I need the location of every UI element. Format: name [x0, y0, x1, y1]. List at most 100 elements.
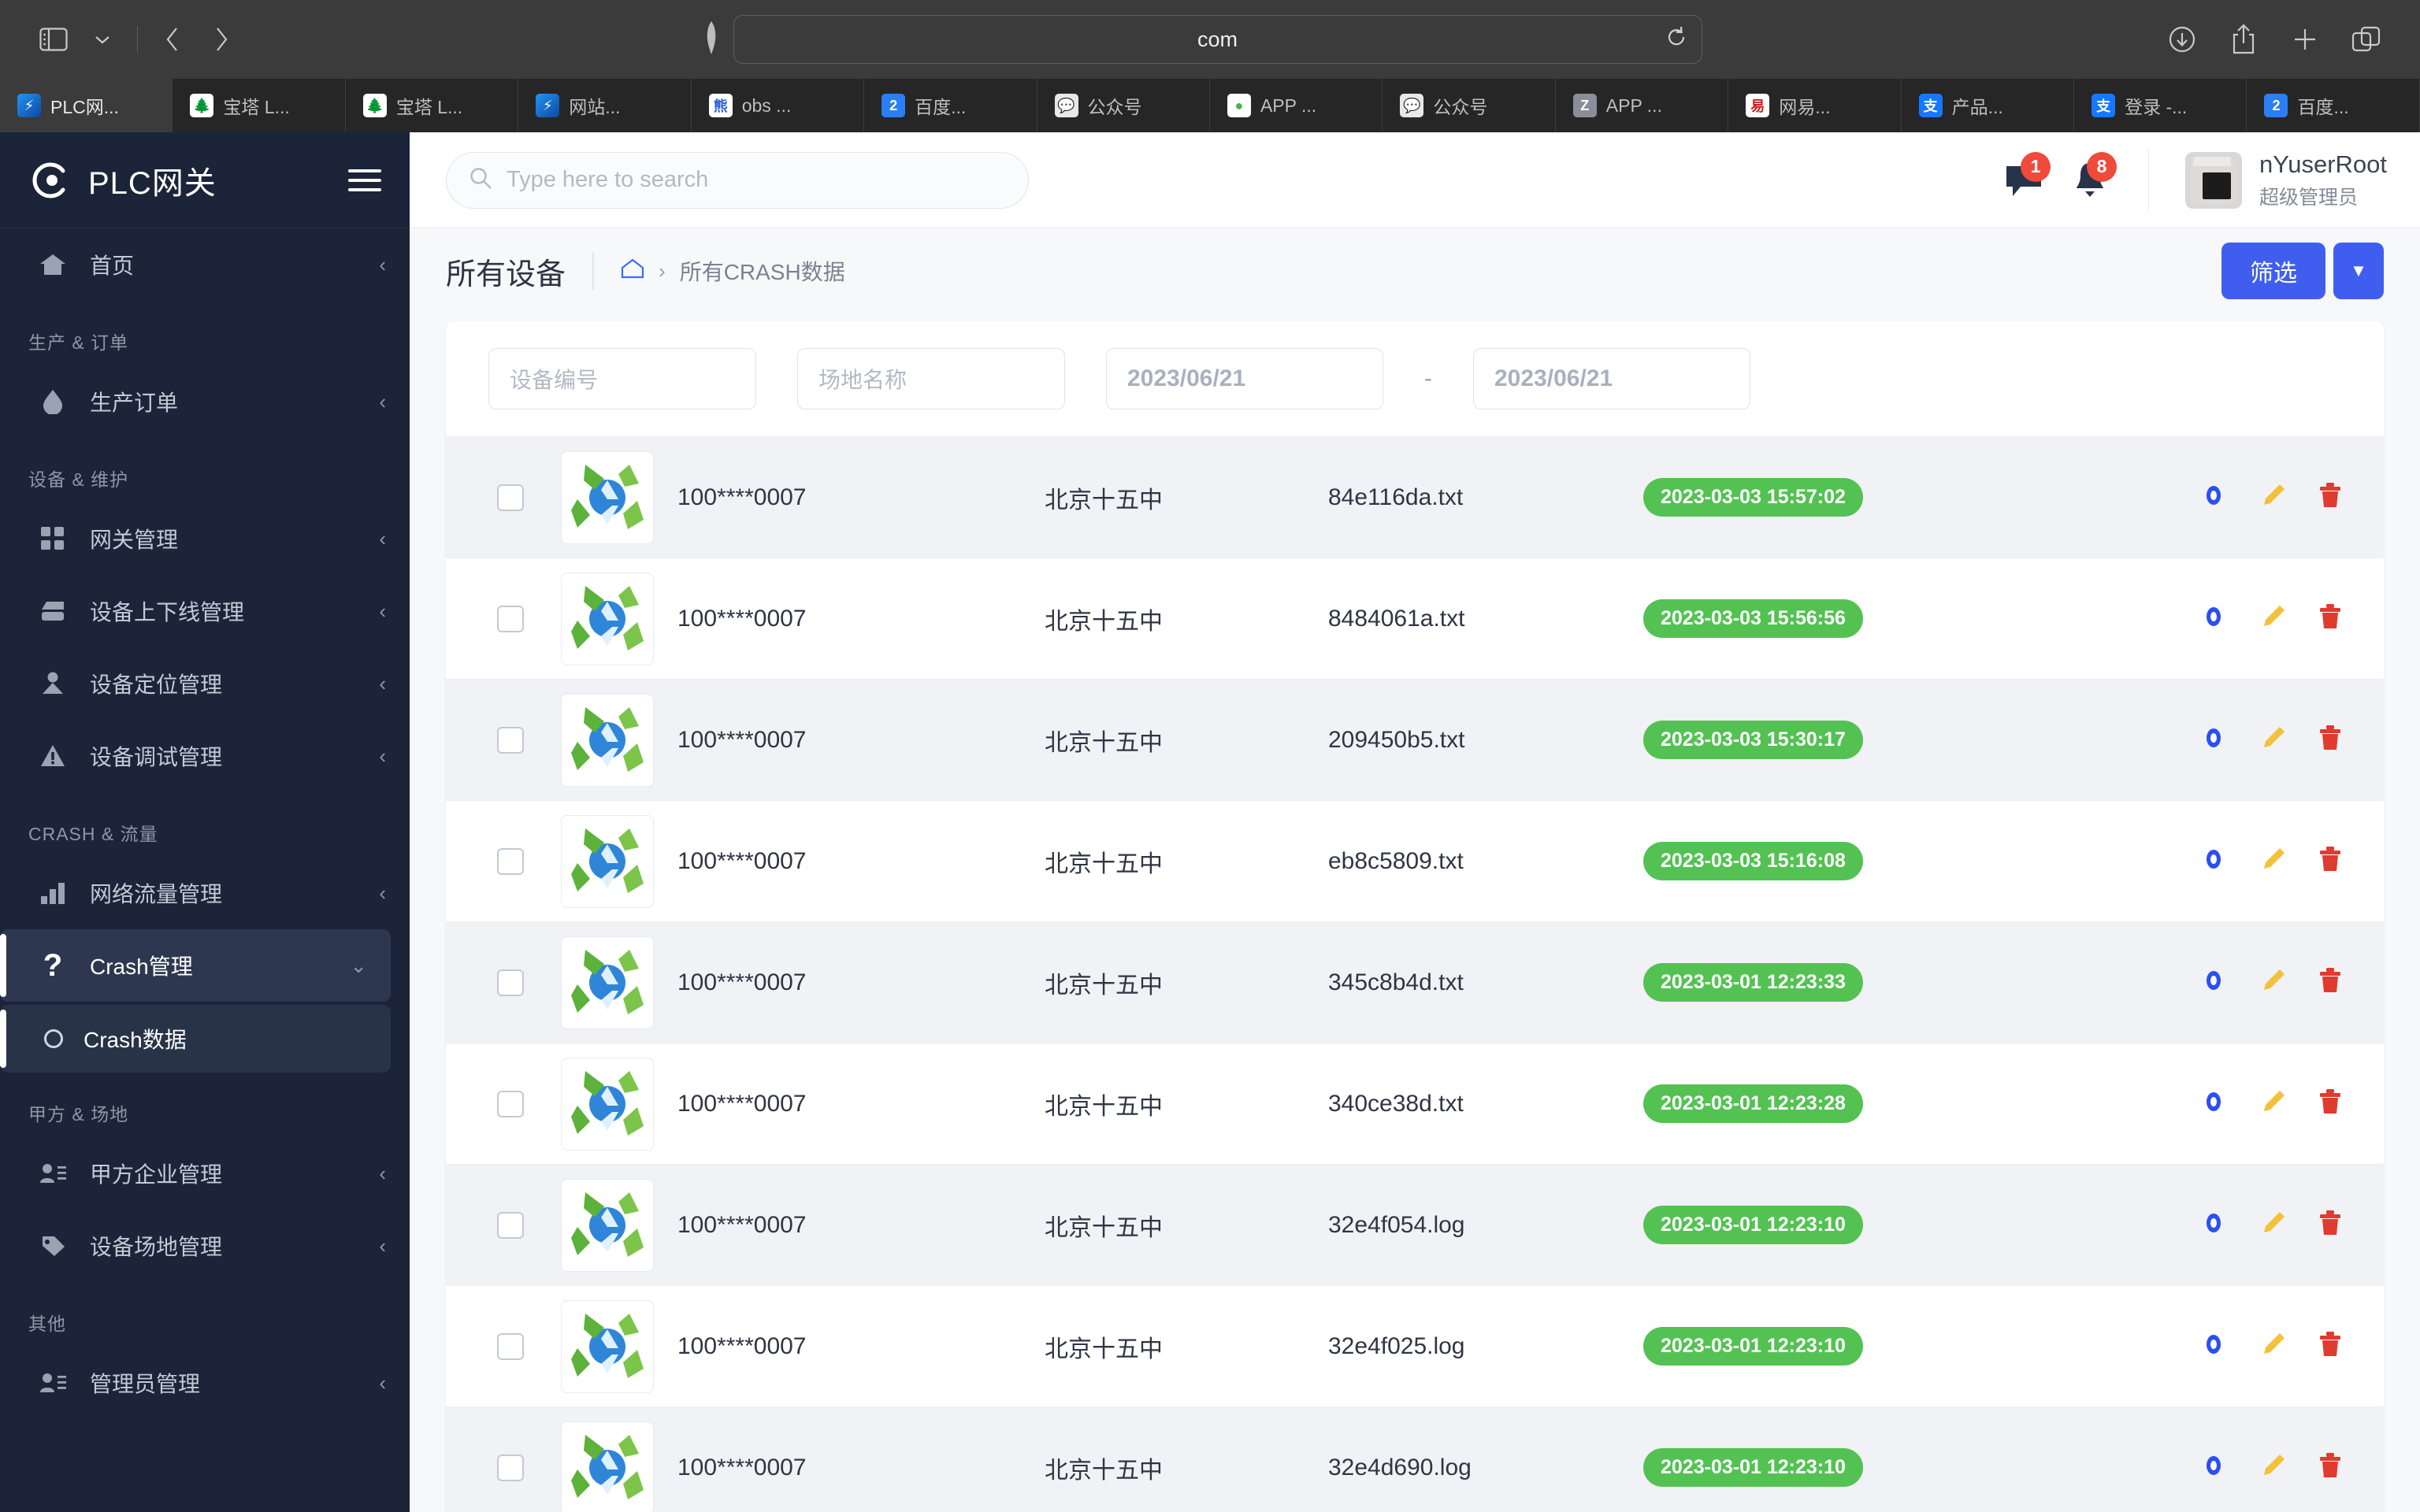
browser-tab[interactable]: 熊 obs ...: [692, 79, 865, 132]
eye-icon[interactable]: [2199, 728, 2228, 752]
pencil-icon[interactable]: [2261, 604, 2286, 633]
trash-icon[interactable]: [2319, 483, 2341, 512]
row-checkbox[interactable]: [497, 1454, 524, 1481]
row-checkbox[interactable]: [497, 726, 524, 754]
trash-icon[interactable]: [2319, 1089, 2341, 1118]
table-row[interactable]: 100****0007 北京十五中 32e4f025.log 2023-03-0…: [446, 1286, 2384, 1407]
table-row[interactable]: 100****0007 北京十五中 340ce38d.txt 2023-03-0…: [446, 1043, 2384, 1165]
browser-tab[interactable]: 🌲 宝塔 L...: [173, 79, 346, 132]
filter-dropdown-button[interactable]: ▼: [2333, 243, 2384, 299]
table-row[interactable]: 100****0007 北京十五中 345c8b4d.txt 2023-03-0…: [446, 922, 2384, 1043]
browser-tab[interactable]: 2 百度...: [864, 79, 1037, 132]
row-checkbox[interactable]: [497, 605, 524, 632]
downloads-icon[interactable]: [2160, 17, 2204, 61]
browser-tab[interactable]: 易 网易...: [1728, 79, 1902, 132]
row-checkbox[interactable]: [497, 484, 524, 511]
sidebar-item-device-debug-management[interactable]: 设备调试管理 ‹: [0, 720, 410, 792]
browser-tab[interactable]: 支 登录 -...: [2074, 79, 2247, 132]
sidebar-item-network-traffic-management[interactable]: 网络流量管理 ‹: [0, 857, 410, 929]
plus-icon[interactable]: [2283, 17, 2327, 61]
sidebar-item-production-order[interactable]: 生产订单 ‹: [0, 365, 410, 438]
sidebar-item-admin-management[interactable]: 管理员管理 ‹: [0, 1347, 410, 1419]
row-thumbnail-cell: [548, 1057, 666, 1151]
pencil-icon[interactable]: [2261, 483, 2286, 512]
trash-icon[interactable]: [2319, 725, 2341, 754]
messages-button[interactable]: 1: [1999, 151, 2051, 206]
table-row[interactable]: 100****0007 北京十五中 84e116da.txt 2023-03-0…: [446, 437, 2384, 558]
row-checkbox[interactable]: [497, 1090, 524, 1117]
status-badge: 2023-03-03 15:57:02: [1643, 478, 1863, 517]
sidebar-item-device-location-management[interactable]: 设备定位管理 ‹: [0, 647, 410, 720]
home-icon[interactable]: [621, 258, 644, 285]
trash-icon[interactable]: [2319, 604, 2341, 633]
reload-icon[interactable]: [1665, 26, 1687, 54]
browser-tab[interactable]: ⚡ PLC网...: [0, 79, 173, 132]
trash-icon[interactable]: [2319, 847, 2341, 876]
browser-tab[interactable]: 💬 公众号: [1383, 79, 1556, 132]
notifications-button[interactable]: 8: [2065, 151, 2117, 206]
site-name-input[interactable]: 场地名称: [797, 348, 1065, 410]
pencil-icon[interactable]: [2261, 1210, 2286, 1240]
eye-icon[interactable]: [2199, 606, 2228, 631]
back-chevron-icon[interactable]: [150, 17, 195, 61]
privacy-shield-icon[interactable]: [702, 20, 721, 59]
table-row[interactable]: 100****0007 北京十五中 8484061a.txt 2023-03-0…: [446, 558, 2384, 680]
browser-tab[interactable]: 支 产品...: [1902, 79, 2075, 132]
pencil-icon[interactable]: [2261, 1453, 2286, 1482]
browser-tab[interactable]: 🌲 宝塔 L...: [346, 79, 519, 132]
browser-tab[interactable]: ● APP ...: [1210, 79, 1383, 132]
tab-overview-icon[interactable]: [2344, 17, 2388, 61]
eye-icon[interactable]: [2199, 485, 2228, 510]
sidebar-item-crash-data[interactable]: Crash数据: [0, 1005, 391, 1073]
device-no-input[interactable]: 设备编号: [488, 348, 756, 410]
browser-tab[interactable]: Z APP ...: [1556, 79, 1729, 132]
row-checkbox-cell: [473, 726, 548, 754]
pencil-icon[interactable]: [2261, 725, 2286, 754]
pencil-icon[interactable]: [2261, 847, 2286, 876]
pencil-icon[interactable]: [2261, 1089, 2286, 1118]
trash-icon[interactable]: [2319, 968, 2341, 997]
date-end-input[interactable]: 2023/06/21: [1473, 348, 1750, 410]
url-input[interactable]: com: [733, 15, 1702, 64]
browser-tab[interactable]: 2 百度...: [2247, 79, 2420, 132]
sidebar-brand[interactable]: PLC网关: [0, 132, 410, 228]
sidebar-item-gateway-management[interactable]: 网关管理 ‹: [0, 502, 410, 575]
eye-icon[interactable]: [2199, 970, 2228, 995]
sidebar-item-device-online-management[interactable]: 设备上下线管理 ‹: [0, 575, 410, 647]
table-row[interactable]: 100****0007 北京十五中 209450b5.txt 2023-03-0…: [446, 680, 2384, 801]
table-row[interactable]: 100****0007 北京十五中 eb8c5809.txt 2023-03-0…: [446, 801, 2384, 922]
filter-button[interactable]: 筛选: [2221, 243, 2325, 299]
row-checkbox[interactable]: [497, 1211, 524, 1239]
trash-icon[interactable]: [2319, 1210, 2341, 1240]
eye-icon[interactable]: [2199, 1091, 2228, 1116]
trash-icon[interactable]: [2319, 1332, 2341, 1361]
eye-icon[interactable]: [2199, 1334, 2228, 1358]
row-checkbox[interactable]: [497, 847, 524, 875]
status-badge: 2023-03-03 15:30:17: [1643, 721, 1863, 759]
table-row[interactable]: 100****0007 北京十五中 32e4d690.log 2023-03-0…: [446, 1407, 2384, 1512]
row-checkbox[interactable]: [497, 1332, 524, 1360]
row-checkbox[interactable]: [497, 969, 524, 996]
search-input[interactable]: Type here to search: [446, 151, 1029, 209]
device-no: 100****0007: [677, 726, 807, 753]
sidebar-item-home[interactable]: 首页 ‹: [0, 228, 410, 301]
eye-icon[interactable]: [2199, 1213, 2228, 1237]
forward-chevron-icon[interactable]: [199, 17, 243, 61]
pencil-icon[interactable]: [2261, 1332, 2286, 1361]
eye-icon[interactable]: [2199, 1455, 2228, 1480]
sidebar-toggle-icon[interactable]: [32, 17, 76, 61]
sidebar-item-client-enterprise-management[interactable]: 甲方企业管理 ‹: [0, 1137, 410, 1210]
browser-tab[interactable]: ⚡ 网站...: [518, 79, 692, 132]
pencil-icon[interactable]: [2261, 968, 2286, 997]
date-start-input[interactable]: 2023/06/21: [1106, 348, 1383, 410]
share-icon[interactable]: [2221, 17, 2266, 61]
sidebar-item-device-site-management[interactable]: 设备场地管理 ‹: [0, 1210, 410, 1282]
table-row[interactable]: 100****0007 北京十五中 32e4f054.log 2023-03-0…: [446, 1165, 2384, 1286]
eye-icon[interactable]: [2199, 849, 2228, 873]
browser-tab[interactable]: 💬 公众号: [1037, 79, 1210, 132]
sidebar-item-crash-management[interactable]: ? Crash管理 ⌄: [0, 929, 391, 1002]
user-profile[interactable]: nYuserRoot 超级管理员: [2185, 150, 2393, 210]
hamburger-menu-icon[interactable]: [348, 169, 381, 191]
chevron-down-icon[interactable]: [80, 17, 124, 61]
trash-icon[interactable]: [2319, 1453, 2341, 1482]
